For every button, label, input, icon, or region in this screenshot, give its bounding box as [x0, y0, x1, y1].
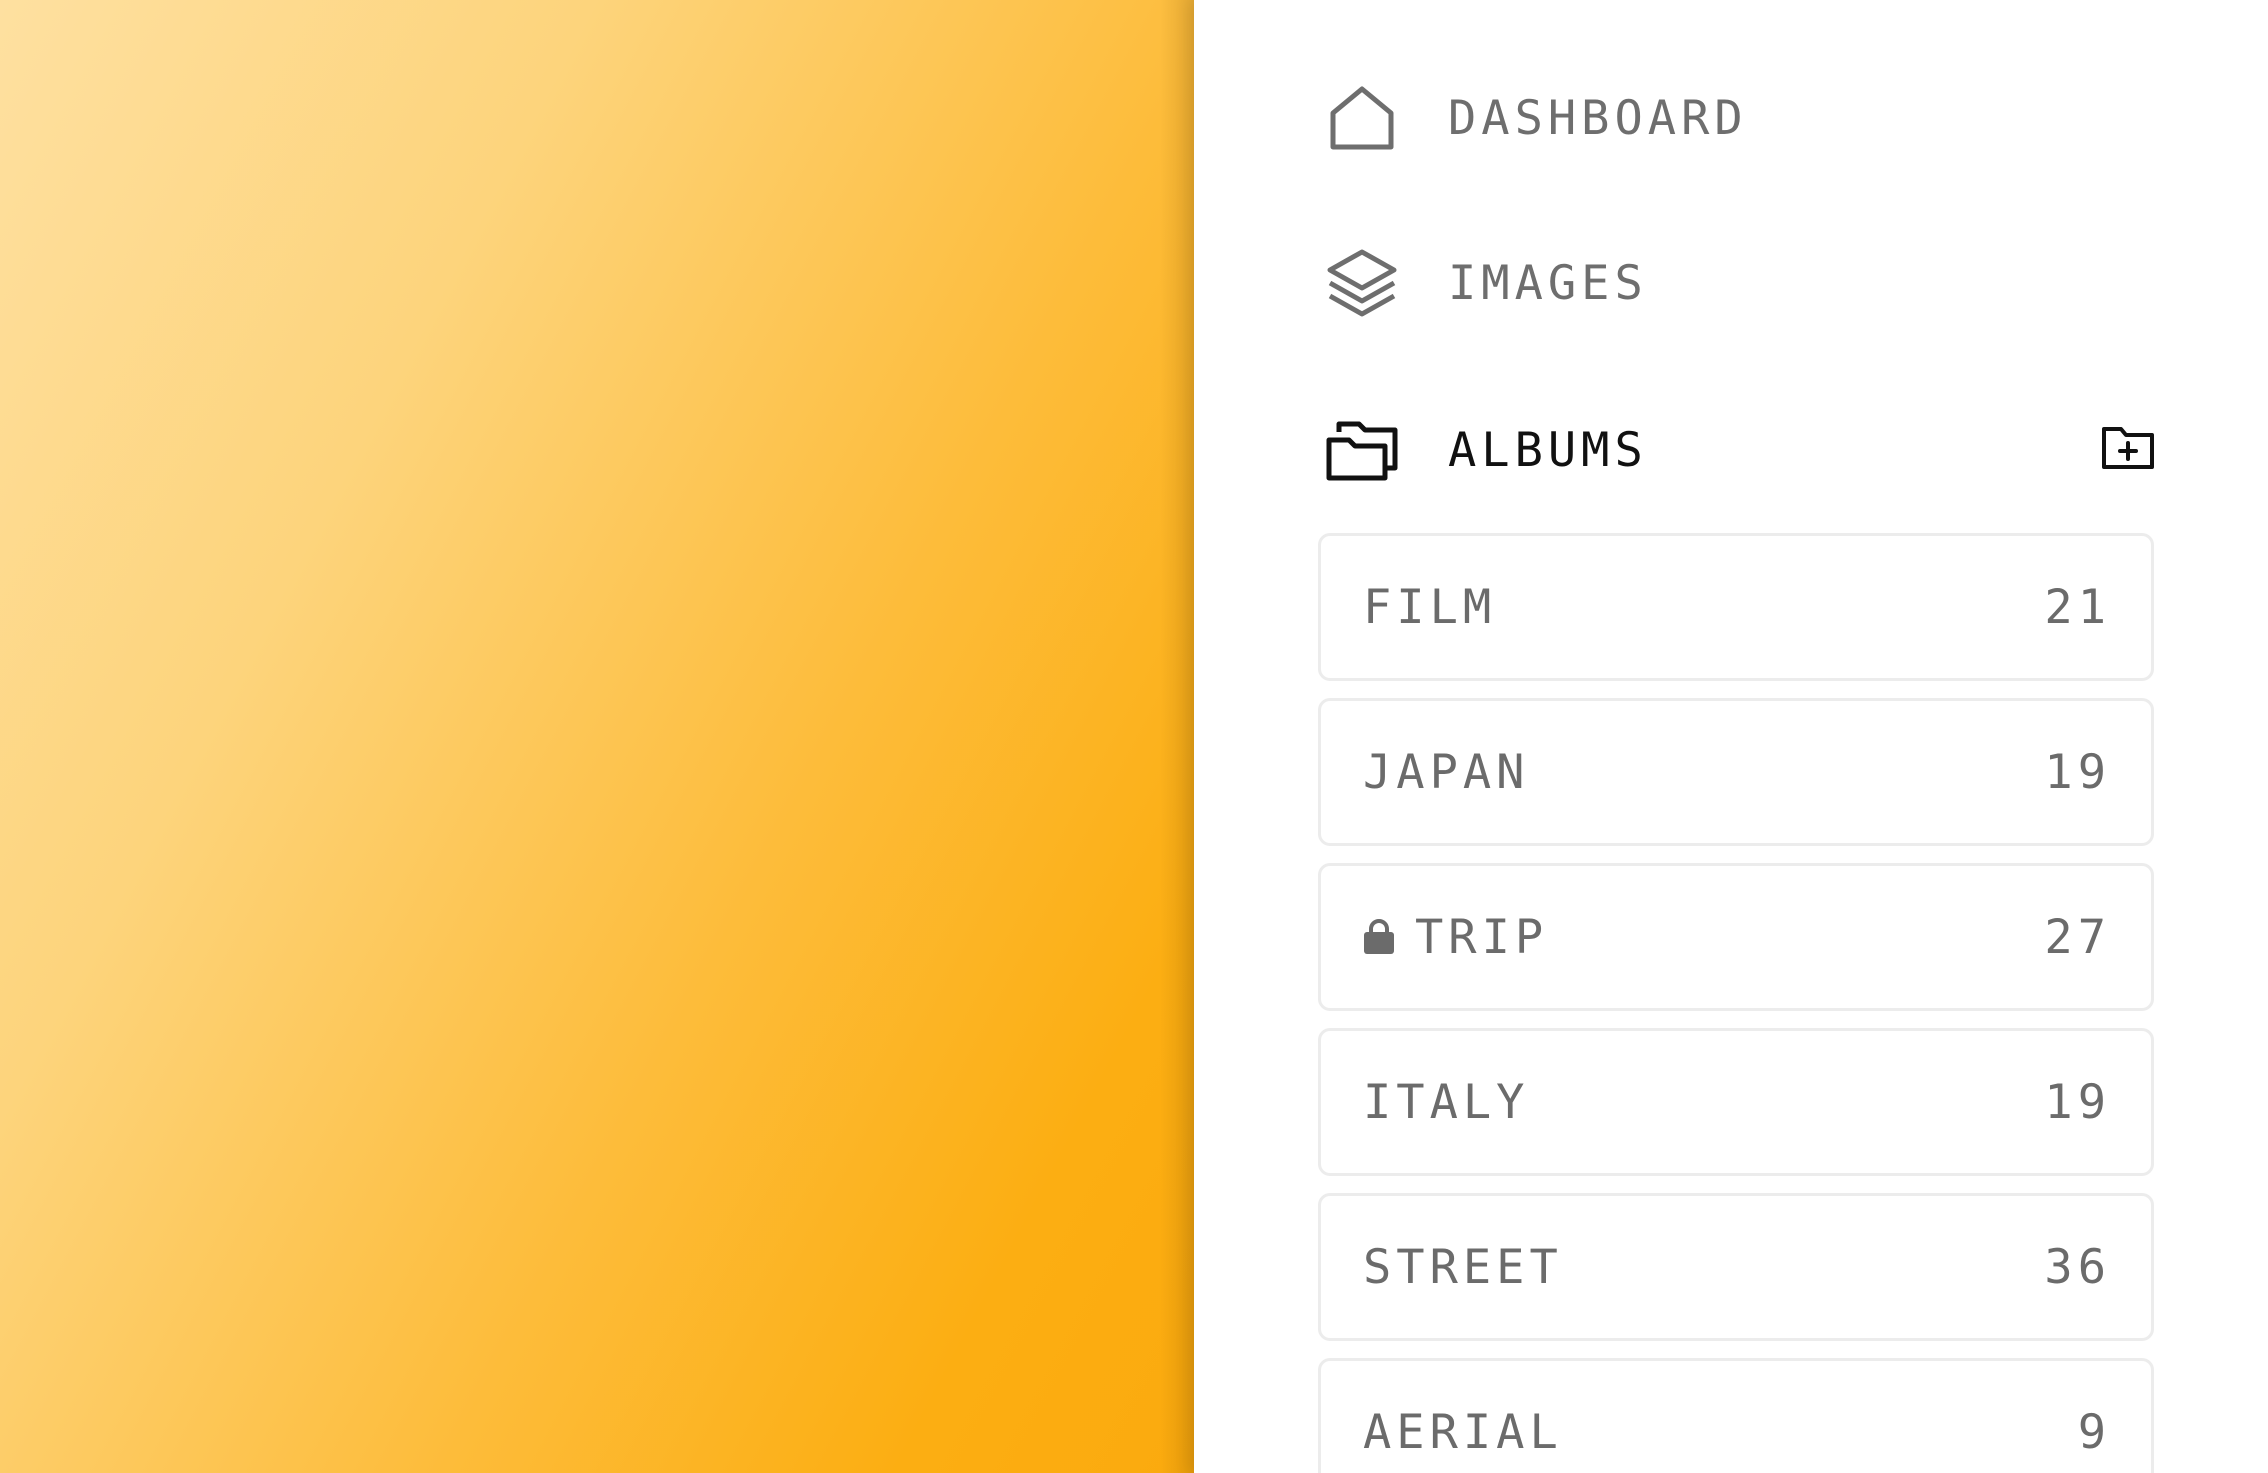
album-list: FILM 21 JAPAN 19 TRIP 27 ITALY 19 STREET…	[1318, 533, 2154, 1473]
nav-item-dashboard[interactable]: DASHBOARD	[1324, 80, 1748, 156]
album-name-wrap: FILM	[1363, 580, 1496, 635]
album-name: FILM	[1363, 579, 1497, 635]
home-icon	[1324, 80, 1400, 156]
new-album-button[interactable]	[2098, 424, 2158, 476]
album-name-wrap: AERIAL	[1363, 1405, 1563, 1460]
album-name: AERIAL	[1363, 1404, 1563, 1460]
folder-plus-icon	[2101, 425, 2155, 475]
nav-item-albums[interactable]: ALBUMS	[1324, 412, 1648, 488]
album-count: 36	[2044, 1239, 2111, 1295]
sidebar: DASHBOARD IMAGES ALBUMS FILM 21 JAPAN 19…	[1194, 0, 2268, 1473]
image-preview-area	[0, 0, 1194, 1473]
album-name: ITALY	[1363, 1074, 1530, 1130]
album-card-italy[interactable]: ITALY 19	[1318, 1028, 2154, 1176]
nav-label-albums: ALBUMS	[1448, 422, 1648, 478]
album-card-japan[interactable]: JAPAN 19	[1318, 698, 2154, 846]
album-count: 19	[2044, 744, 2111, 800]
nav-item-images[interactable]: IMAGES	[1324, 245, 1648, 321]
folders-icon	[1324, 412, 1400, 488]
album-name: STREET	[1363, 1239, 1563, 1295]
album-card-trip[interactable]: TRIP 27	[1318, 863, 2154, 1011]
album-count: 9	[2077, 1404, 2111, 1460]
album-card-film[interactable]: FILM 21	[1318, 533, 2154, 681]
lock-icon	[1363, 917, 1395, 957]
album-name-wrap: STREET	[1363, 1240, 1563, 1295]
album-name: JAPAN	[1363, 744, 1530, 800]
album-count: 21	[2044, 579, 2111, 635]
album-card-street[interactable]: STREET 36	[1318, 1193, 2154, 1341]
album-name: TRIP	[1415, 909, 1549, 965]
nav-label-dashboard: DASHBOARD	[1448, 90, 1748, 146]
album-name-wrap: ITALY	[1363, 1075, 1529, 1130]
nav-label-images: IMAGES	[1448, 255, 1648, 311]
album-name-wrap: JAPAN	[1363, 745, 1529, 800]
layers-icon	[1324, 245, 1400, 321]
album-name-wrap: TRIP	[1363, 910, 1548, 965]
album-card-aerial[interactable]: AERIAL 9	[1318, 1358, 2154, 1473]
album-count: 27	[2044, 909, 2111, 965]
album-count: 19	[2044, 1074, 2111, 1130]
app-window: DASHBOARD IMAGES ALBUMS FILM 21 JAPAN 19…	[0, 0, 2268, 1473]
